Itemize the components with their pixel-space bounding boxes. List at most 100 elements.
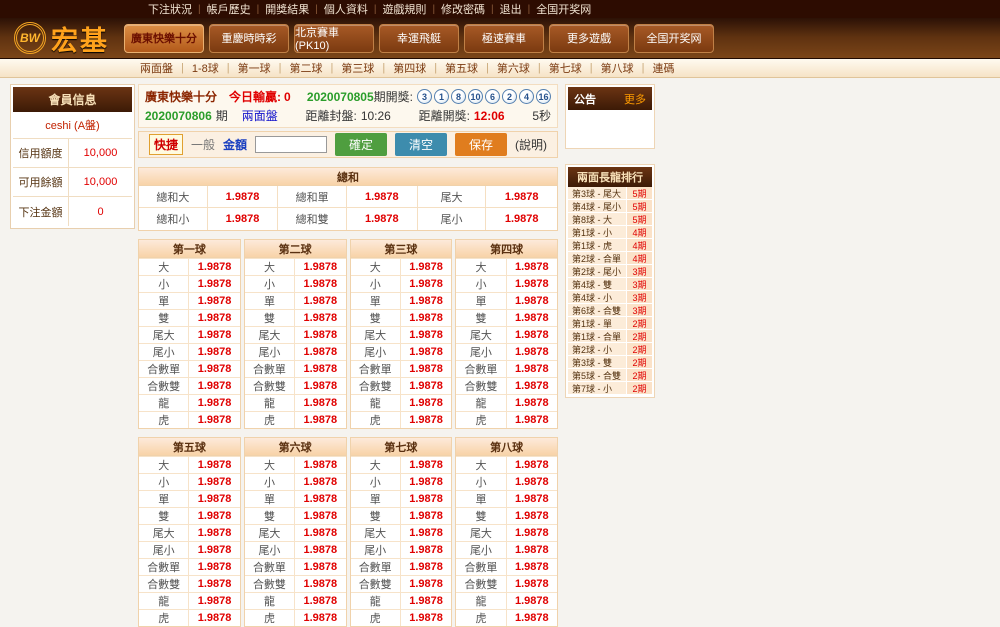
clear-button[interactable]: 清空: [395, 133, 447, 156]
topbar-link[interactable]: 全国开奖网: [530, 1, 597, 17]
game-nav-button[interactable]: 全国开奖网: [634, 24, 714, 53]
bet-option-odds[interactable]: 1.9878: [295, 378, 345, 394]
board-type-link[interactable]: 兩面盤: [242, 107, 278, 124]
game-nav-button[interactable]: 重慶時時彩: [209, 24, 289, 53]
bet-option-odds[interactable]: 1.9878: [507, 508, 557, 524]
bet-option-odds[interactable]: 1.9878: [401, 378, 451, 394]
bet-option-odds[interactable]: 1.9878: [507, 593, 557, 609]
bet-type-tab[interactable]: 第二球: [281, 60, 330, 76]
bet-option-odds[interactable]: 1.9878: [295, 395, 345, 411]
bet-type-tab[interactable]: 連碼: [645, 60, 683, 76]
bet-option-odds[interactable]: 1.9878: [507, 361, 557, 377]
bet-option-odds[interactable]: 1.9878: [401, 395, 451, 411]
bet-option-odds[interactable]: 1.9878: [189, 344, 239, 360]
bet-option-odds[interactable]: 1.9878: [295, 412, 345, 428]
game-nav-button[interactable]: 極速賽車: [464, 24, 544, 53]
game-nav-button[interactable]: 北京賽車(PK10): [294, 24, 374, 53]
bet-option-odds[interactable]: 1.9878: [189, 593, 239, 609]
bet-option-odds[interactable]: 1.9878: [347, 208, 418, 230]
bet-option-odds[interactable]: 1.9878: [295, 491, 345, 507]
bet-option-odds[interactable]: 1.9878: [189, 491, 239, 507]
bet-option-odds[interactable]: 1.9878: [401, 276, 451, 292]
bet-option-odds[interactable]: 1.9878: [189, 576, 239, 592]
bet-option-odds[interactable]: 1.9878: [189, 259, 239, 275]
bet-option-odds[interactable]: 1.9878: [401, 508, 451, 524]
bet-option-odds[interactable]: 1.9878: [295, 474, 345, 490]
bet-option-odds[interactable]: 1.9878: [189, 293, 239, 309]
game-nav-button[interactable]: 幸運飛艇: [379, 24, 459, 53]
topbar-link[interactable]: 退出: [494, 1, 528, 17]
bet-option-odds[interactable]: 1.9878: [507, 491, 557, 507]
topbar-link[interactable]: 遊戲規則: [376, 1, 432, 17]
amount-input[interactable]: [255, 136, 327, 153]
bet-type-tab[interactable]: 第三球: [333, 60, 382, 76]
bet-option-odds[interactable]: 1.9878: [401, 344, 451, 360]
bet-option-odds[interactable]: 1.9878: [189, 361, 239, 377]
bet-option-odds[interactable]: 1.9878: [208, 208, 279, 230]
game-nav-button[interactable]: 更多遊戲: [549, 24, 629, 53]
bet-option-odds[interactable]: 1.9878: [507, 327, 557, 343]
bet-option-odds[interactable]: 1.9878: [208, 186, 279, 207]
bet-option-odds[interactable]: 1.9878: [486, 186, 557, 207]
bet-option-odds[interactable]: 1.9878: [401, 491, 451, 507]
bet-option-odds[interactable]: 1.9878: [401, 361, 451, 377]
bet-option-odds[interactable]: 1.9878: [401, 412, 451, 428]
bet-option-odds[interactable]: 1.9878: [507, 457, 557, 473]
bet-option-odds[interactable]: 1.9878: [189, 610, 239, 626]
bet-option-odds[interactable]: 1.9878: [189, 276, 239, 292]
bet-option-odds[interactable]: 1.9878: [507, 378, 557, 394]
topbar-link[interactable]: 帳戶歷史: [201, 1, 257, 17]
bet-option-odds[interactable]: 1.9878: [507, 395, 557, 411]
bet-option-odds[interactable]: 1.9878: [507, 293, 557, 309]
bet-option-odds[interactable]: 1.9878: [507, 259, 557, 275]
bet-option-odds[interactable]: 1.9878: [295, 327, 345, 343]
help-link[interactable]: (說明): [515, 136, 547, 153]
announcement-more-link[interactable]: 更多: [624, 91, 646, 107]
bet-option-odds[interactable]: 1.9878: [486, 208, 557, 230]
normal-mode-toggle[interactable]: 一般: [191, 136, 215, 153]
bet-option-odds[interactable]: 1.9878: [507, 474, 557, 490]
bet-type-tab[interactable]: 第八球: [593, 60, 642, 76]
bet-option-odds[interactable]: 1.9878: [401, 576, 451, 592]
confirm-button[interactable]: 確定: [335, 133, 387, 156]
bet-option-odds[interactable]: 1.9878: [295, 276, 345, 292]
bet-option-odds[interactable]: 1.9878: [507, 276, 557, 292]
bet-option-odds[interactable]: 1.9878: [189, 395, 239, 411]
bet-option-odds[interactable]: 1.9878: [401, 610, 451, 626]
bet-option-odds[interactable]: 1.9878: [189, 525, 239, 541]
topbar-link[interactable]: 開獎結果: [259, 1, 315, 17]
bet-option-odds[interactable]: 1.9878: [295, 361, 345, 377]
bet-option-odds[interactable]: 1.9878: [347, 186, 418, 207]
bet-option-odds[interactable]: 1.9878: [401, 293, 451, 309]
bet-option-odds[interactable]: 1.9878: [401, 525, 451, 541]
bet-option-odds[interactable]: 1.9878: [189, 310, 239, 326]
bet-type-tab[interactable]: 第四球: [385, 60, 434, 76]
bet-option-odds[interactable]: 1.9878: [295, 259, 345, 275]
bet-option-odds[interactable]: 1.9878: [189, 508, 239, 524]
bet-option-odds[interactable]: 1.9878: [507, 412, 557, 428]
bet-type-tab[interactable]: 第六球: [489, 60, 538, 76]
bet-option-odds[interactable]: 1.9878: [295, 310, 345, 326]
quick-mode-toggle[interactable]: 快捷: [149, 134, 183, 155]
bet-option-odds[interactable]: 1.9878: [295, 610, 345, 626]
bet-type-tab[interactable]: 1-8球: [184, 60, 227, 76]
game-nav-button[interactable]: 廣東快樂十分: [124, 24, 204, 53]
bet-option-odds[interactable]: 1.9878: [507, 525, 557, 541]
topbar-link[interactable]: 個人資料: [318, 1, 374, 17]
bet-option-odds[interactable]: 1.9878: [507, 344, 557, 360]
bet-option-odds[interactable]: 1.9878: [189, 559, 239, 575]
bet-option-odds[interactable]: 1.9878: [401, 457, 451, 473]
bet-option-odds[interactable]: 1.9878: [401, 559, 451, 575]
bet-option-odds[interactable]: 1.9878: [295, 344, 345, 360]
bet-option-odds[interactable]: 1.9878: [189, 378, 239, 394]
bet-option-odds[interactable]: 1.9878: [507, 542, 557, 558]
bet-option-odds[interactable]: 1.9878: [507, 610, 557, 626]
save-button[interactable]: 保存: [455, 133, 507, 156]
bet-option-odds[interactable]: 1.9878: [401, 542, 451, 558]
bet-type-tab[interactable]: 第七球: [541, 60, 590, 76]
bet-option-odds[interactable]: 1.9878: [295, 576, 345, 592]
bet-option-odds[interactable]: 1.9878: [401, 259, 451, 275]
bet-option-odds[interactable]: 1.9878: [295, 293, 345, 309]
bet-option-odds[interactable]: 1.9878: [295, 457, 345, 473]
topbar-link[interactable]: 下注狀況: [142, 1, 198, 17]
